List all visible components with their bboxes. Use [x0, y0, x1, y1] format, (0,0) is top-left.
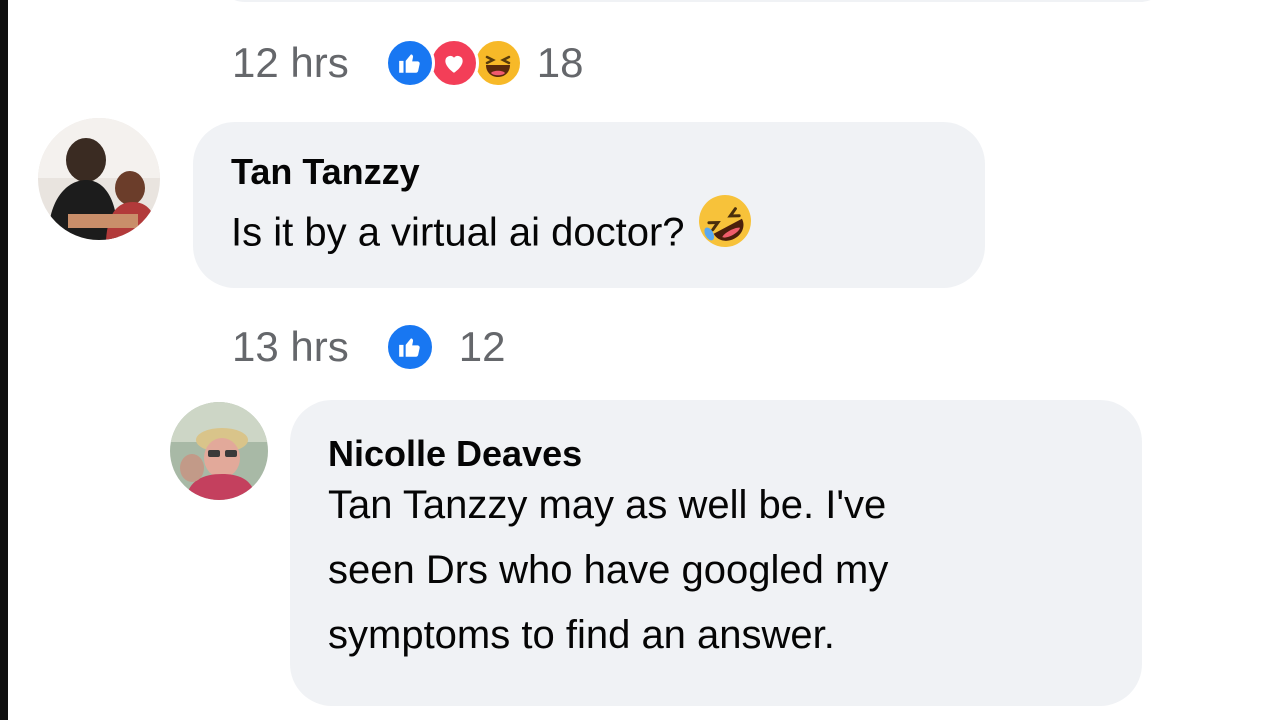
comment-meta: 13 hrs 12 [232, 322, 505, 372]
reactions-summary[interactable] [384, 38, 523, 88]
comments-thread: 12 hrs 18 Tan Tanzzy Is it by a virtual … [0, 0, 1280, 720]
comment-text-row: Is it by a virtual ai doctor? [231, 195, 985, 275]
reaction-count[interactable]: 18 [537, 42, 584, 84]
previous-comment-meta: 12 hrs 18 [232, 38, 583, 88]
avatar[interactable] [38, 118, 160, 240]
avatar[interactable] [170, 402, 268, 500]
comment-bubble: Tan Tanzzy Is it by a virtual ai doctor? [193, 122, 985, 288]
comment-author[interactable]: Nicolle Deaves [328, 432, 1142, 475]
reply-text-line: Tan Tanzzy may as well be. I've [328, 483, 887, 528]
comment-timestamp[interactable]: 12 hrs [232, 42, 349, 84]
rolling-on-floor-laughing-emoji [695, 191, 755, 271]
like-icon [384, 38, 435, 88]
reaction-count[interactable]: 12 [459, 326, 506, 368]
reply-text-line: symptoms to find an answer. [328, 613, 835, 658]
reply-text: Tan Tanzzy may as well be. I've seen Drs… [328, 473, 1142, 668]
like-icon [384, 322, 435, 372]
window-edge [0, 0, 8, 720]
love-icon [428, 38, 479, 88]
comment-author[interactable]: Tan Tanzzy [231, 150, 985, 193]
comment-timestamp[interactable]: 13 hrs [232, 326, 349, 368]
comment-text: Is it by a virtual ai doctor? [231, 210, 685, 255]
reply-text-line: seen Drs who have googled my [328, 548, 889, 593]
reply-bubble: Nicolle Deaves Tan Tanzzy may as well be… [290, 400, 1142, 706]
previous-comment-bubble [215, 0, 1170, 2]
reactions-summary[interactable] [384, 322, 435, 372]
haha-icon [472, 38, 523, 88]
